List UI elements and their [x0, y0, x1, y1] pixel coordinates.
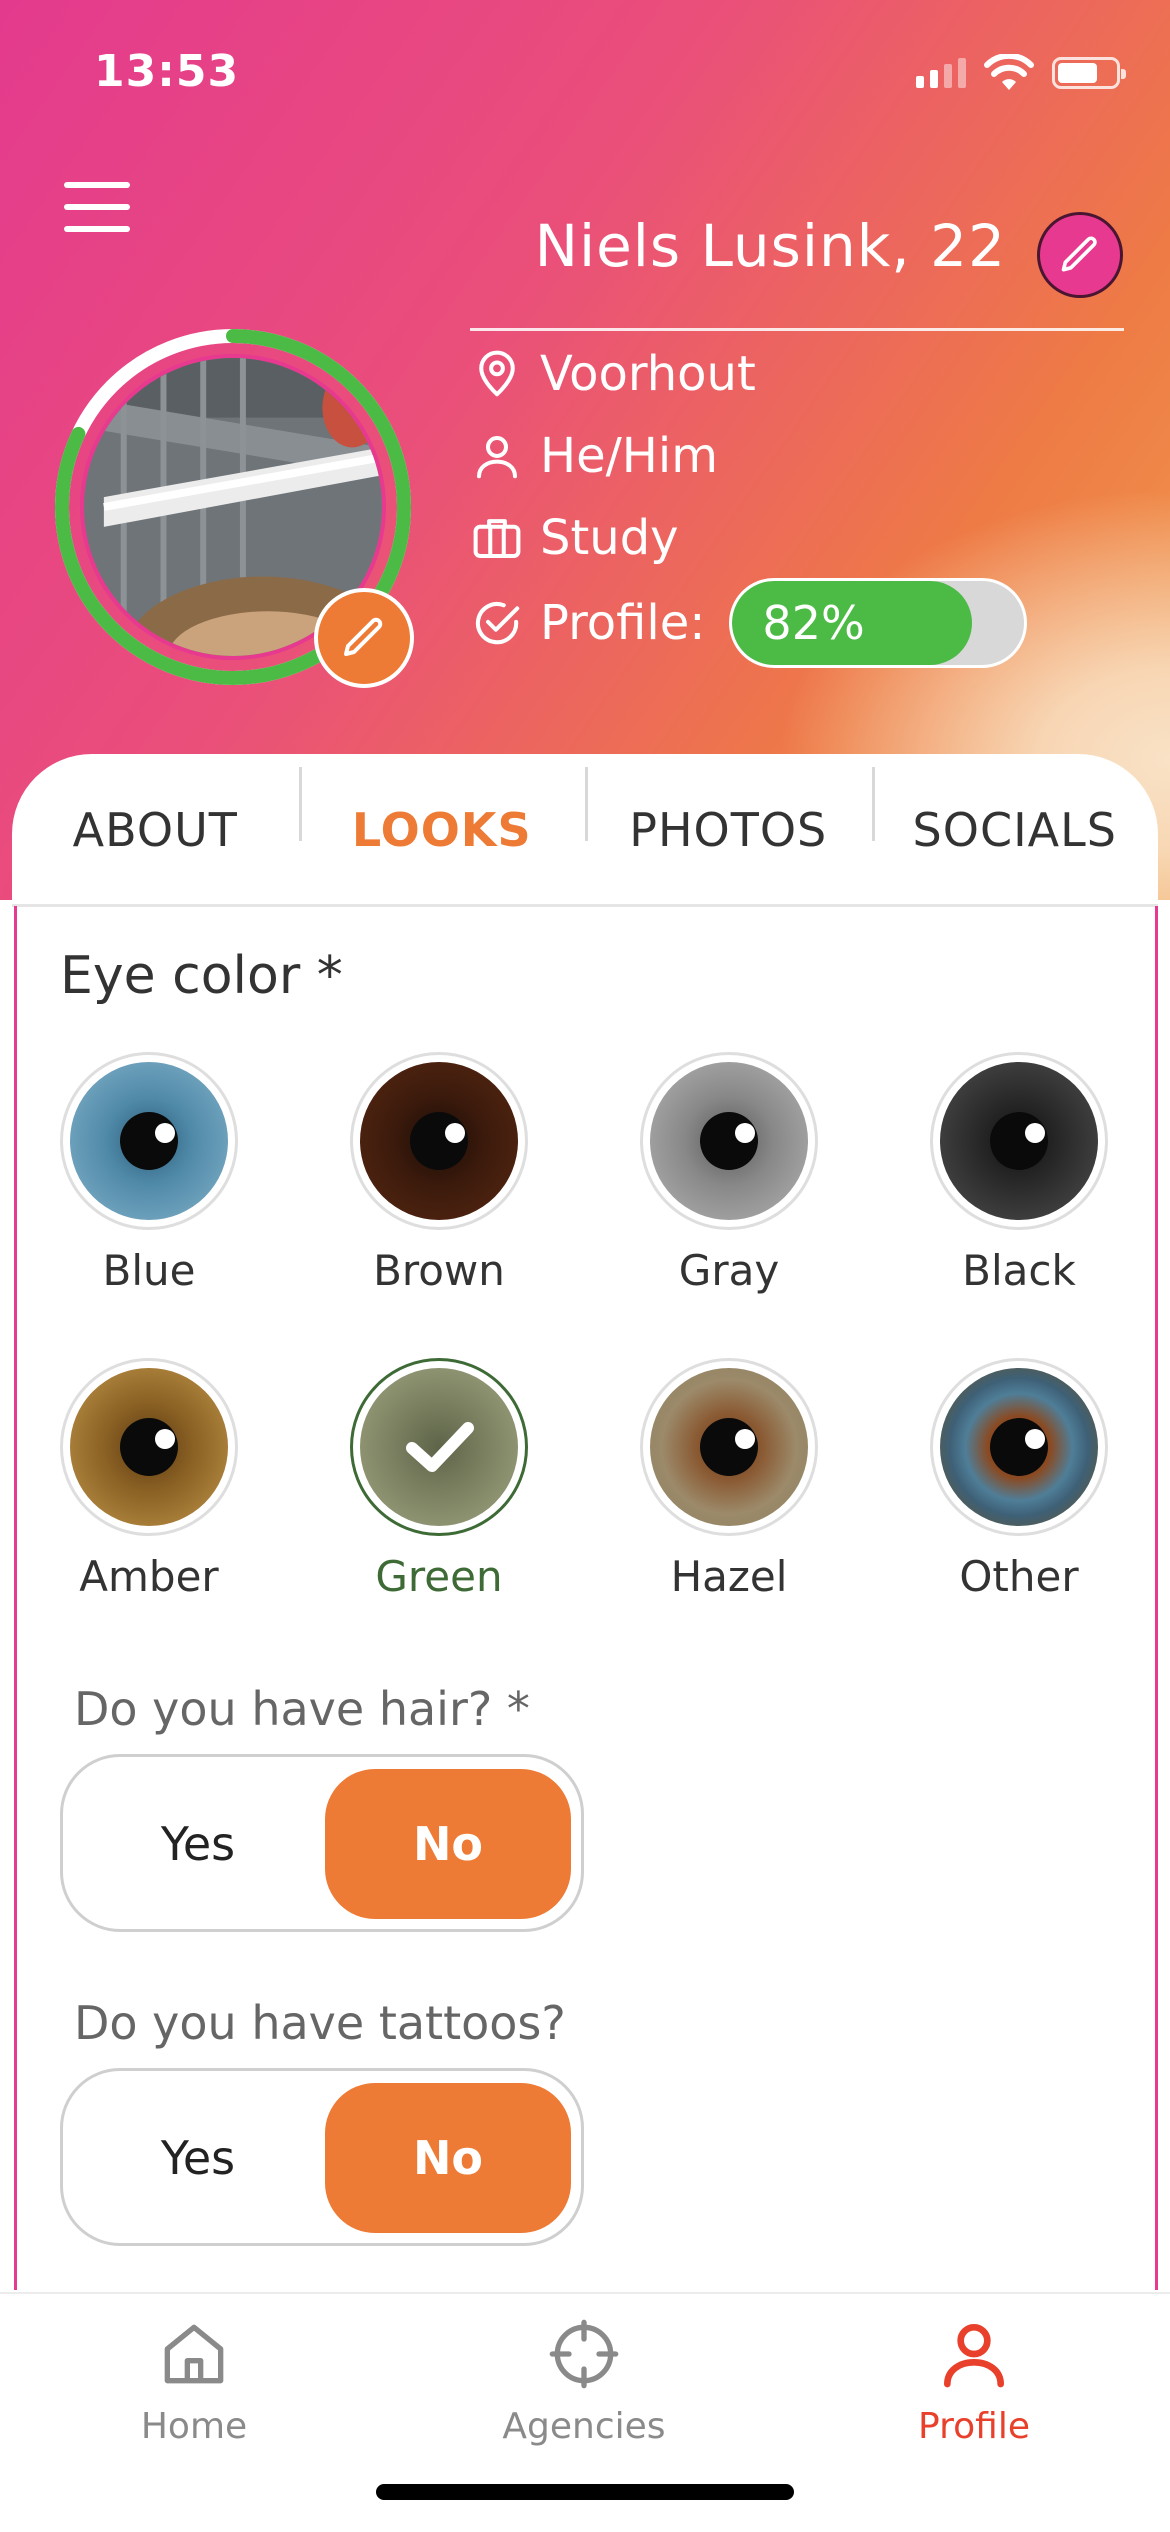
- hair-no-option[interactable]: No: [325, 1769, 571, 1919]
- edit-profile-button[interactable]: [1037, 212, 1123, 298]
- tattoo-question: Do you have tattoos?: [74, 1996, 566, 2050]
- pronouns-row: He/Him: [470, 428, 718, 484]
- tab-photos[interactable]: PHOTOS: [585, 767, 872, 857]
- hair-yes-option[interactable]: Yes: [75, 1769, 321, 1919]
- tab-looks[interactable]: LOOKS: [298, 767, 586, 857]
- eye-option-label: Other: [959, 1552, 1079, 1601]
- crosshair-icon: [549, 2319, 619, 2389]
- eye-option-hazel[interactable]: [640, 1358, 818, 1536]
- person-icon: [944, 2324, 1004, 2388]
- home-icon: [164, 2324, 224, 2384]
- tattoo-toggle: Yes No: [60, 2068, 584, 2246]
- battery-icon: [1052, 57, 1126, 89]
- signal-icon: [916, 58, 966, 88]
- eye-option-label: Brown: [373, 1246, 505, 1295]
- tattoo-no-option[interactable]: No: [325, 2083, 571, 2233]
- pencil-icon: [1061, 236, 1097, 272]
- nav-profile[interactable]: Profile: [854, 2294, 1094, 2447]
- occupation-text: Study: [540, 510, 679, 566]
- nav-agencies[interactable]: Agencies: [464, 2294, 704, 2447]
- header-divider: [470, 328, 1124, 331]
- avatar[interactable]: [52, 326, 414, 688]
- nav-agencies-label: Agencies: [502, 2406, 666, 2447]
- hair-toggle: Yes No: [60, 1754, 584, 1932]
- profile-progress-text: 82%: [762, 596, 865, 650]
- status-icons: [916, 54, 1126, 92]
- profile-name: Niels Lusink, 22: [534, 212, 1006, 280]
- hair-question: Do you have hair? *: [74, 1682, 530, 1736]
- briefcase-icon: [473, 519, 521, 559]
- tab-bar: ABOUT LOOKS PHOTOS SOCIALS: [12, 754, 1158, 906]
- wifi-icon: [984, 54, 1034, 90]
- eye-option-amber[interactable]: [60, 1358, 238, 1536]
- occupation-row: Study: [470, 510, 679, 566]
- location-pin-icon: [479, 350, 515, 397]
- eye-option-label: Black: [962, 1246, 1076, 1295]
- pronouns-text: He/Him: [540, 428, 718, 484]
- eye-option-blue[interactable]: [60, 1052, 238, 1230]
- check-circle-icon: [475, 601, 520, 645]
- eye-option-label: Blue: [102, 1246, 196, 1295]
- nav-home-label: Home: [140, 2406, 248, 2447]
- eye-option-green[interactable]: [350, 1358, 528, 1536]
- location-row: Voorhout: [470, 346, 756, 402]
- tattoo-yes-option[interactable]: Yes: [75, 2083, 321, 2233]
- nav-home[interactable]: Home: [74, 2294, 314, 2447]
- eye-option-label: Green: [375, 1552, 503, 1601]
- pencil-icon: [344, 617, 383, 656]
- eye-color-title: Eye color *: [60, 946, 343, 1006]
- profile-progress-bar: 82%: [729, 578, 1028, 668]
- location-text: Voorhout: [540, 346, 756, 402]
- person-icon: [476, 435, 518, 479]
- profile-completion-row: Profile: 82%: [470, 578, 1028, 668]
- eye-option-label: Hazel: [670, 1552, 788, 1601]
- eye-option-other[interactable]: [930, 1358, 1108, 1536]
- menu-button[interactable]: [64, 182, 130, 232]
- profile-completion-label: Profile:: [540, 595, 706, 651]
- nav-profile-label: Profile: [918, 2406, 1030, 2447]
- eye-option-black[interactable]: [930, 1052, 1108, 1230]
- home-indicator: [376, 2484, 794, 2500]
- tab-about[interactable]: ABOUT: [12, 803, 299, 857]
- eye-option-label: Gray: [678, 1246, 780, 1295]
- checkmark-icon: [406, 1422, 474, 1472]
- edit-avatar-button[interactable]: [314, 588, 414, 688]
- eye-option-label: Amber: [79, 1552, 219, 1601]
- eye-option-brown[interactable]: [350, 1052, 528, 1230]
- eye-option-gray[interactable]: [640, 1052, 818, 1230]
- status-time: 13:53: [94, 46, 240, 97]
- tab-socials[interactable]: SOCIALS: [871, 767, 1159, 857]
